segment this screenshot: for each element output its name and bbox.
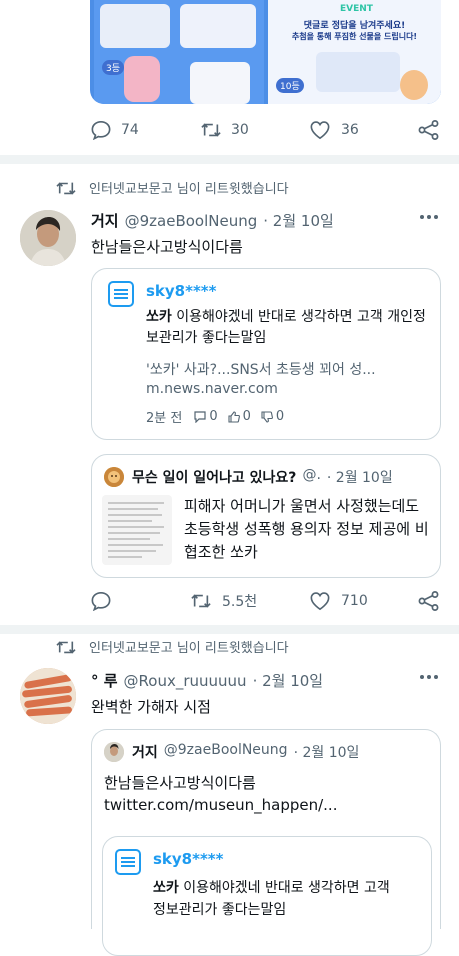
retweet-context: 인터넷교보문고 님이 리트윗했습니다 [55, 637, 289, 656]
quoted-link[interactable]: twitter.com/museun_happen/... [104, 796, 337, 814]
quoted-header: 거지 @9zaeBoolNeung · 2월 10일 [132, 742, 360, 761]
retweet-small-icon [55, 179, 77, 197]
handle[interactable]: @9zaeBoolNeung [125, 212, 258, 230]
like-button[interactable]: 36 [309, 120, 359, 140]
promo-badge-2: 10등 [276, 78, 304, 93]
like-icon [309, 591, 331, 611]
avatar[interactable] [20, 668, 76, 724]
naver-comment-card[interactable]: sky8**** 쏘카 이용해야겠네 반대로 생각하면 고객 정보관리가 좋다는… [102, 836, 432, 956]
share-icon [418, 591, 440, 611]
like-button[interactable]: 710 [309, 591, 368, 611]
more-options-button[interactable] [419, 214, 439, 220]
avatar[interactable] [20, 210, 76, 266]
retweet-button[interactable]: 30 [200, 120, 249, 140]
promo-event-label: EVENT [340, 4, 373, 14]
display-name[interactable]: ° 루 [91, 670, 118, 691]
quoted-tweet[interactable]: 무슨 일이 일어나고 있나요? @. · 2월 10일 피해자 어머니가 울면서… [91, 454, 441, 578]
quoted-header: 무슨 일이 일어나고 있나요? @. · 2월 10일 [132, 467, 393, 486]
reply-button[interactable] [90, 591, 112, 611]
quoted-tweet[interactable]: 거지 @9zaeBoolNeung · 2월 10일 한남들은사고방식이다름 t… [91, 729, 441, 956]
like-icon [309, 120, 331, 140]
naver-news-icon [115, 849, 141, 875]
tweet-header: 거지 @9zaeBoolNeung · 2월 10일 [91, 210, 334, 231]
tweet-date[interactable]: · 2월 10일 [263, 210, 334, 231]
more-options-button[interactable] [419, 674, 439, 680]
thumbs-down-icon [261, 410, 273, 423]
quoted-text: 한남들은사고방식이다름 [104, 774, 256, 792]
tweet-date[interactable]: · 2월 10일 [253, 670, 324, 691]
quoted-avatar [104, 742, 124, 762]
tweet-text: 완벽한 가해자 시점 [91, 698, 211, 716]
thumbs-up-icon [228, 410, 240, 423]
more-icon [419, 214, 439, 220]
reply-icon [90, 120, 112, 140]
naver-comment-card[interactable]: sky8**** 쏘카 이용해야겠네 반대로 생각하면 고객 개인정보관리가 좋… [91, 268, 441, 440]
share-button[interactable] [418, 120, 440, 140]
display-name[interactable]: 거지 [91, 210, 119, 231]
retweet-icon [200, 120, 222, 140]
comment-meta: 2분 전 0 0 0 [146, 409, 285, 426]
comment-user: sky8**** [146, 282, 217, 300]
promo-image[interactable]: 3등 EVENT 댓글로 정답을 남겨주세요! 추첨을 통해 푸짐한 선물을 드… [90, 0, 441, 104]
promo-left-panel: 3등 [94, 0, 264, 104]
share-icon [418, 120, 440, 140]
feed-separator [0, 625, 459, 634]
retweet-small-icon [55, 638, 77, 656]
tweet-header: ° 루 @Roux_ruuuuuu · 2월 10일 [91, 670, 323, 691]
quoted-avatar [104, 467, 124, 487]
comment-body: 쏘카 이용해야겠네 반대로 생각하면 고객 개인정보관리가 좋다는말임 [146, 309, 426, 346]
link-title[interactable]: '쏘카' 사과?...SNS서 초등생 꾀어 성... [146, 359, 432, 379]
retweet-context: 인터넷교보문고 님이 리트윗했습니다 [55, 178, 289, 197]
reply-button[interactable]: 74 [90, 120, 139, 140]
naver-news-icon [108, 281, 134, 307]
handle[interactable]: @Roux_ruuuuuu [124, 672, 247, 690]
tweet-text: 한남들은사고방식이다름 [91, 238, 243, 256]
promo-badge: 3등 [102, 60, 125, 75]
more-icon [419, 674, 439, 680]
share-button[interactable] [418, 591, 440, 611]
reply-count-icon [194, 410, 206, 423]
reply-icon [90, 591, 112, 611]
quoted-text: 피해자 어머니가 울면서 사정했는데도 초등학생 성폭행 용의자 정보 제공에 … [184, 497, 429, 561]
quoted-thumbnail [102, 495, 172, 565]
retweet-button[interactable]: 5.5천 [190, 591, 257, 611]
promo-right-panel: EVENT 댓글로 정답을 남겨주세요! 추첨을 통해 푸짐한 선물을 드립니다… [268, 0, 441, 104]
retweet-icon [190, 591, 212, 611]
feed-separator [0, 155, 459, 164]
link-domain[interactable]: m.news.naver.com [146, 381, 278, 397]
